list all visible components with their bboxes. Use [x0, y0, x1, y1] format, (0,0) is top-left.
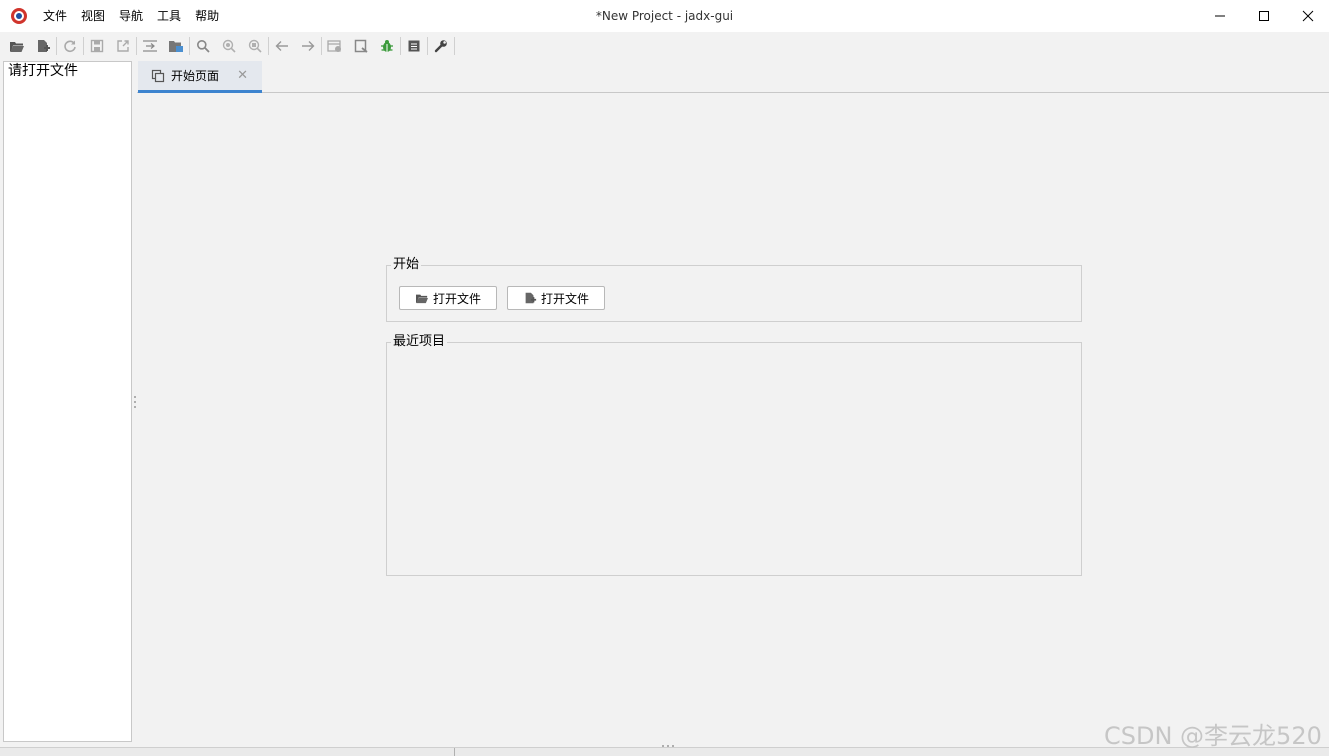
- back-icon: [275, 41, 288, 51]
- close-icon: [1302, 10, 1314, 22]
- debugger-tool[interactable]: [374, 34, 400, 58]
- minimize-icon: [1215, 15, 1225, 17]
- open-file-hint: 请打开文件: [8, 63, 78, 79]
- settings-wrench-icon: [434, 40, 447, 53]
- export-tool[interactable]: [110, 34, 136, 58]
- find-class-icon: [222, 39, 236, 53]
- log-viewer-tool[interactable]: [401, 34, 427, 58]
- tab-strip: 开始页面 ✕: [137, 61, 1329, 93]
- decompile-all-icon: [327, 40, 341, 52]
- flatten-packages-tool[interactable]: [163, 34, 189, 58]
- forward-icon: [302, 41, 315, 51]
- save-icon: [90, 39, 104, 53]
- menu-help[interactable]: 帮助: [188, 0, 226, 32]
- flatten-packages-icon: [169, 41, 183, 52]
- export-icon: [117, 40, 129, 52]
- quark-tool[interactable]: [348, 34, 374, 58]
- forward-tool[interactable]: [295, 34, 321, 58]
- recent-projects-title: 最近项目: [391, 333, 448, 351]
- settings-tool[interactable]: [428, 34, 454, 58]
- recent-projects-list[interactable]: [387, 353, 1081, 575]
- add-files-tool[interactable]: [30, 34, 56, 58]
- tab-close-icon[interactable]: ✕: [237, 69, 248, 83]
- menu-navigation[interactable]: 导航: [112, 0, 150, 32]
- open-file-button-label: 打开文件: [432, 291, 481, 306]
- open-project-button[interactable]: 打开文件: [507, 286, 605, 310]
- menu-tools[interactable]: 工具: [150, 0, 188, 32]
- add-files-icon: [38, 40, 50, 52]
- toolbar: [0, 32, 1329, 60]
- menu-view[interactable]: 视图: [74, 0, 112, 32]
- sync-tree-icon: [143, 40, 157, 52]
- menu-bar: 文件 视图 导航 工具 帮助: [36, 0, 226, 32]
- find-usage-tool[interactable]: [242, 34, 268, 58]
- decompile-all-tool[interactable]: [322, 34, 348, 58]
- start-group-title: 开始: [391, 256, 422, 274]
- open-folder-icon: [10, 42, 24, 52]
- quark-icon: [354, 39, 368, 53]
- open-folder-icon: [415, 294, 428, 304]
- start-group: 开始 打开文件 打开文件: [386, 256, 1082, 322]
- bottom-divider: [454, 748, 455, 756]
- sync-tree-tool[interactable]: [137, 34, 163, 58]
- title-bar: 文件 视图 导航 工具 帮助 *New Project - jadx-gui: [0, 0, 1329, 32]
- jadx-logo-icon[interactable]: [10, 7, 28, 25]
- search-tool[interactable]: [190, 34, 216, 58]
- log-icon: [408, 40, 420, 52]
- reload-icon: [64, 40, 76, 53]
- maximize-button[interactable]: [1242, 0, 1286, 32]
- tab-start-page[interactable]: 开始页面 ✕: [138, 61, 262, 93]
- splitter-handle[interactable]: [133, 395, 137, 409]
- open-file-tool[interactable]: [4, 34, 30, 58]
- reload-tool[interactable]: [57, 34, 83, 58]
- find-usage-icon: [248, 39, 262, 53]
- maximize-icon: [1259, 11, 1269, 21]
- toolbar-separator: [454, 37, 455, 55]
- find-class-tool[interactable]: [216, 34, 242, 58]
- add-files-icon: [525, 292, 537, 304]
- close-button[interactable]: [1286, 0, 1329, 32]
- menu-file[interactable]: 文件: [36, 0, 74, 32]
- save-tool[interactable]: [84, 34, 110, 58]
- start-page-icon: [151, 69, 165, 82]
- recent-projects-group: 最近项目: [386, 333, 1082, 576]
- tab-label: 开始页面: [171, 69, 220, 83]
- watermark: CSDN @李云龙520: [1104, 722, 1322, 750]
- open-file-button[interactable]: 打开文件: [399, 286, 497, 310]
- open-project-button-label: 打开文件: [540, 291, 589, 306]
- back-tool[interactable]: [269, 34, 295, 58]
- search-icon: [197, 40, 210, 53]
- project-tree-panel[interactable]: 请打开文件: [3, 61, 132, 742]
- debugger-icon: [381, 40, 393, 52]
- bottom-splitter-handle[interactable]: [661, 744, 675, 748]
- minimize-button[interactable]: [1198, 0, 1242, 32]
